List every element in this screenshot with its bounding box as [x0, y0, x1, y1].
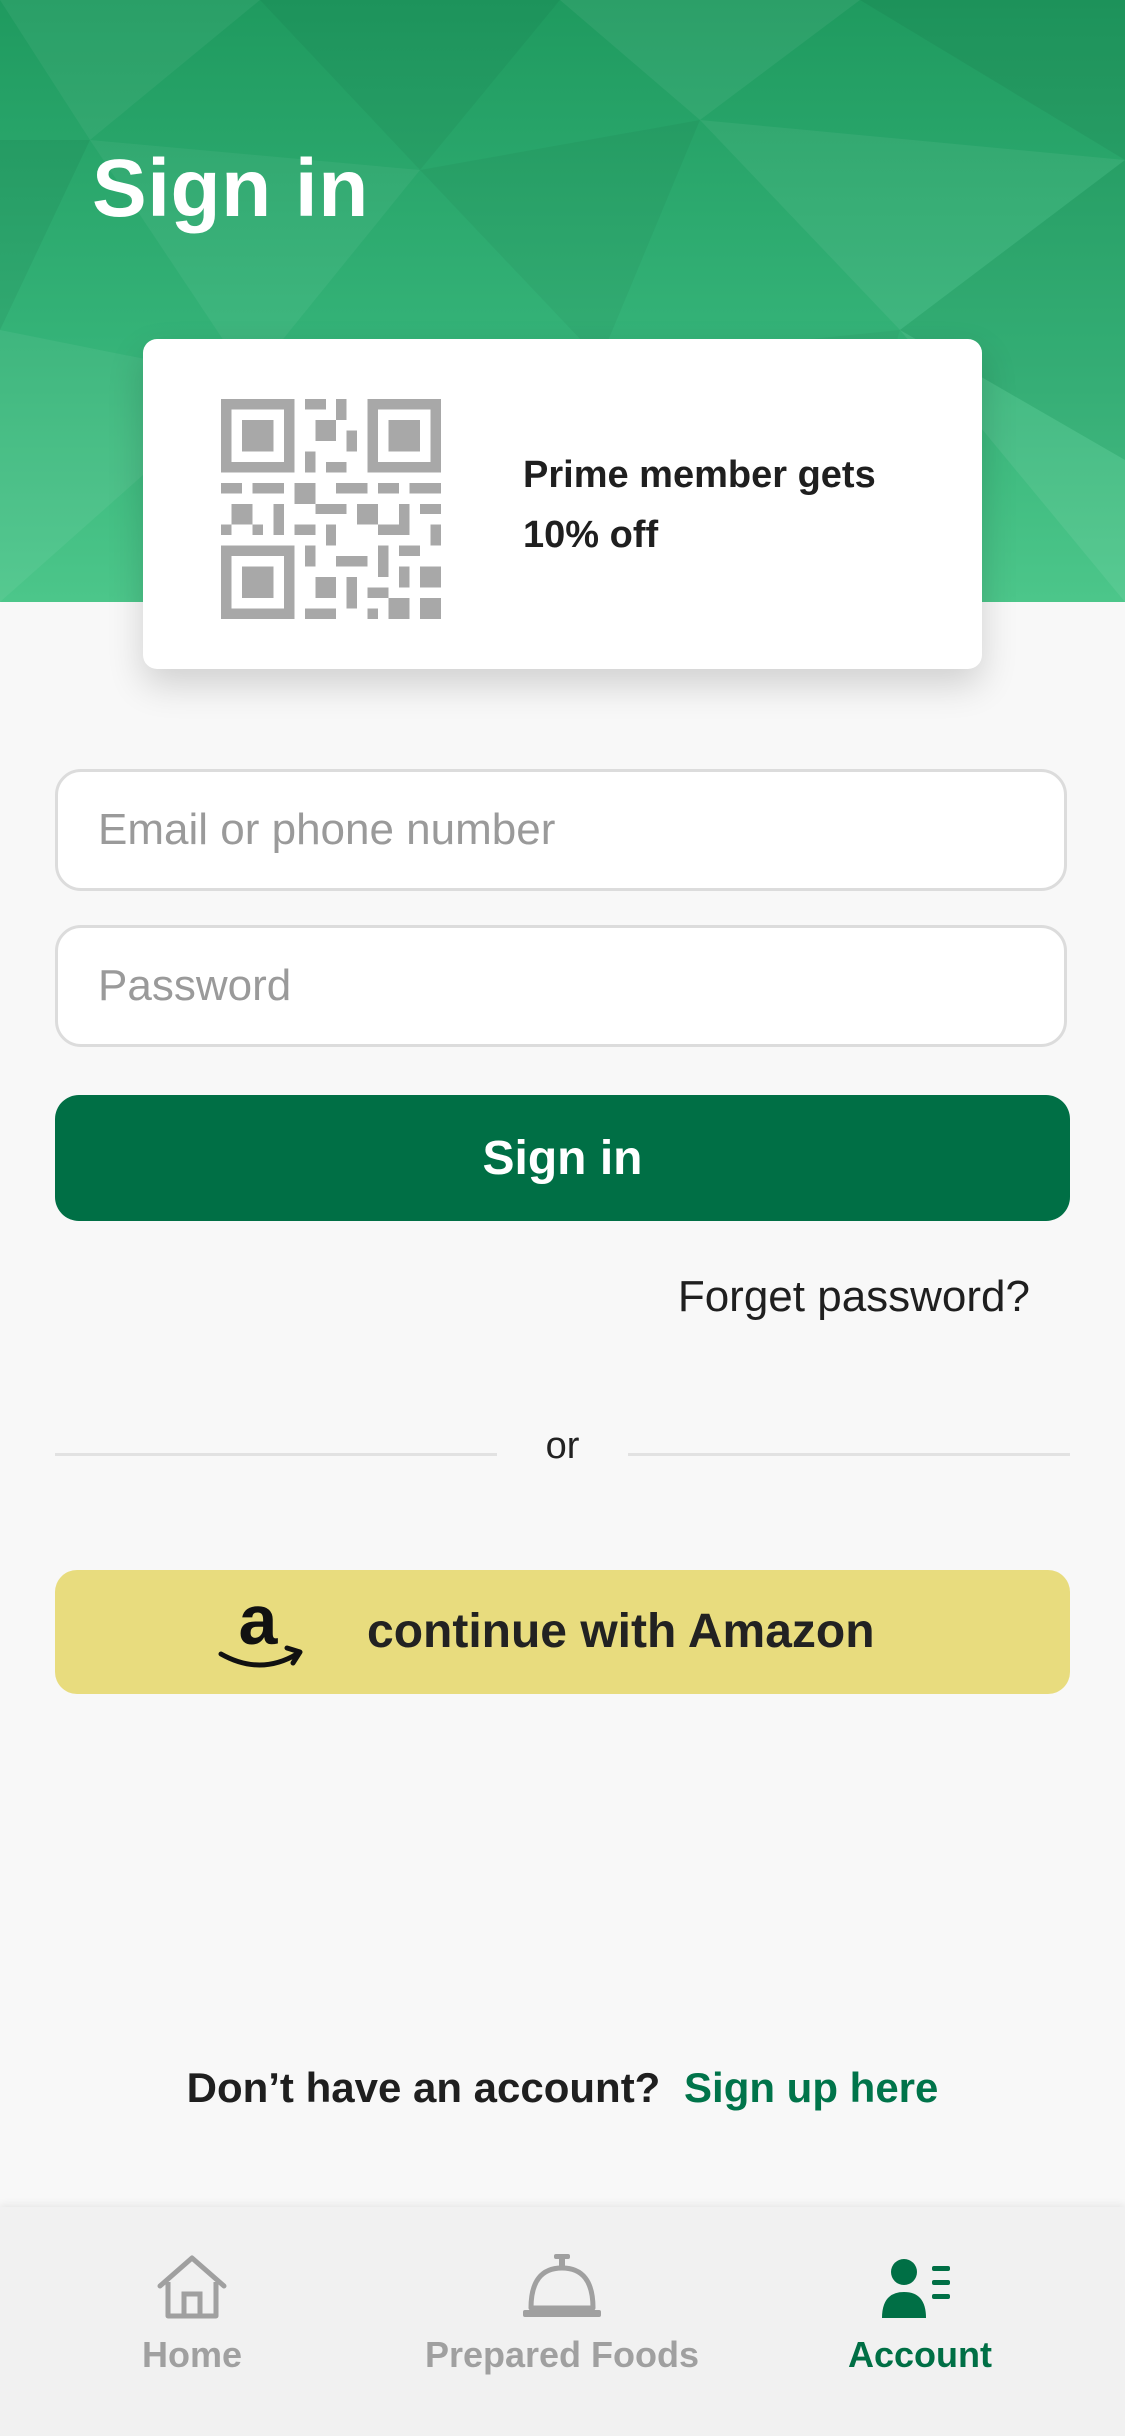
password-field[interactable] — [55, 925, 1067, 1047]
home-icon — [157, 2255, 227, 2319]
tab-prepared-foods-label: Prepared Foods — [424, 2334, 700, 2375]
qr-code-icon — [221, 399, 441, 619]
amazon-button-label: continue with Amazon — [367, 1605, 875, 1658]
promo-card[interactable]: Prime member gets 10% off — [143, 339, 982, 669]
svg-text:a: a — [239, 1592, 279, 1659]
email-field[interactable] — [55, 769, 1067, 891]
tab-home[interactable]: Home — [92, 2207, 292, 2436]
amazon-icon: a — [218, 1592, 303, 1668]
signup-link[interactable]: Sign up here — [684, 2064, 938, 2111]
sign-in-button[interactable]: Sign in — [55, 1095, 1070, 1221]
promo-text: Prime member gets 10% off — [523, 445, 943, 565]
tab-home-label: Home — [141, 2334, 243, 2375]
bottom-tab-bar: Home Prepared Foods Account — [0, 2207, 1125, 2436]
divider-left — [55, 1453, 497, 1456]
amazon-login-button[interactable]: a continue with Amazon — [55, 1570, 1070, 1694]
promo-line-1: Prime member gets — [523, 454, 876, 496]
page-title: Sign in — [92, 143, 369, 234]
divider-or-label: or — [545, 1425, 580, 1467]
account-icon — [882, 2259, 950, 2318]
tab-account-label: Account — [848, 2334, 992, 2375]
forgot-password-link[interactable]: Forget password? — [678, 1272, 1030, 1322]
service-bell-icon — [523, 2254, 601, 2317]
signup-question: Don’t have an account? — [186, 2064, 661, 2111]
divider-right — [628, 1453, 1070, 1456]
tab-prepared-foods[interactable]: Prepared Foods — [412, 2207, 712, 2436]
tab-account[interactable]: Account — [820, 2207, 1020, 2436]
promo-line-2: 10% off — [523, 514, 659, 556]
signup-prompt: Don’t have an account? Sign up here — [0, 2064, 1125, 2112]
